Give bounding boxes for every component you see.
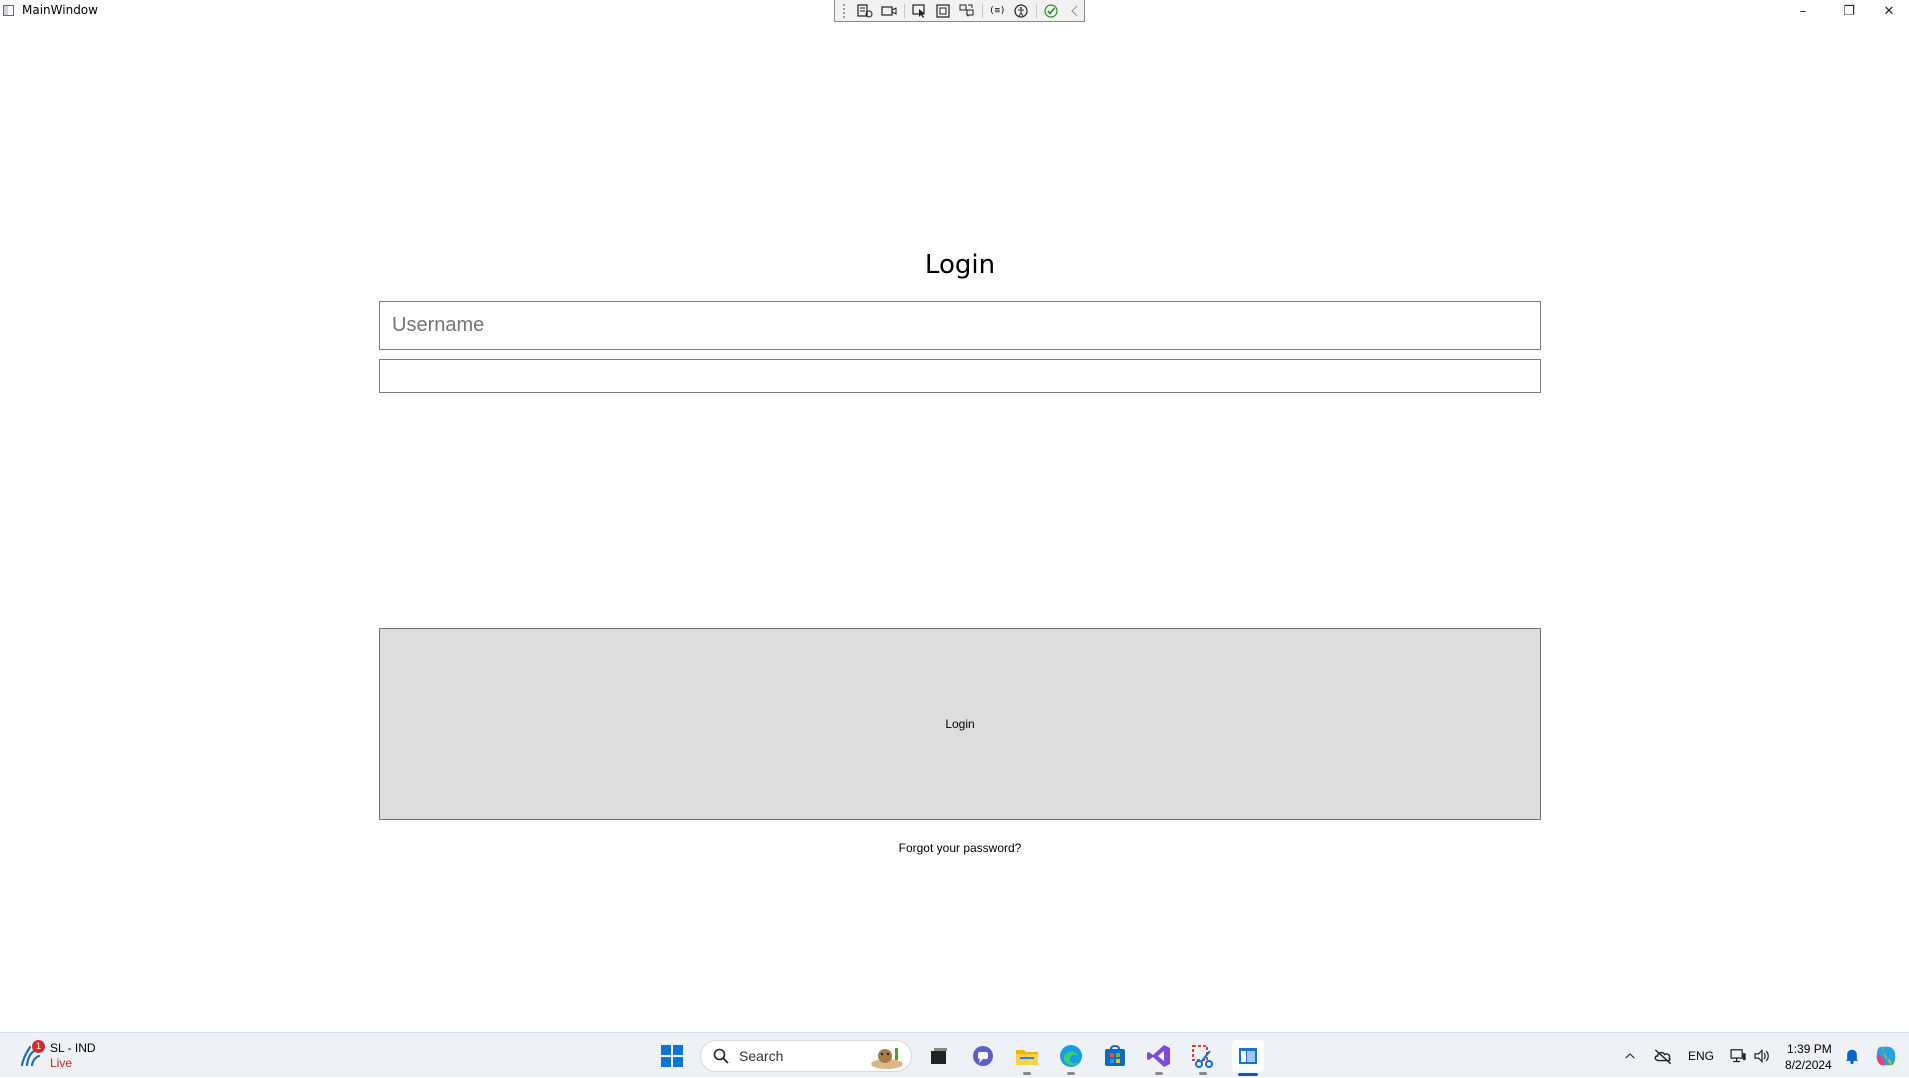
news-widget-icon: 1 [18,1040,45,1069]
search-highlight-icon [871,1048,903,1069]
track-focus-icon[interactable] [958,3,976,19]
username-input[interactable] [379,301,1541,350]
toolbar-grip[interactable] [843,3,849,18]
restore-button[interactable]: ❐ [1826,0,1872,22]
clock-time: 1:39 PM [1787,1042,1832,1056]
taskbar-clock[interactable]: 1:39 PM 8/2/2024 [1785,1041,1832,1073]
search-placeholder: Search [739,1048,784,1064]
title-bar: MainWindow (≡) – ❐ ✕ [0,0,1909,22]
accessibility-icon[interactable] [1012,3,1030,19]
live-visual-tree-icon[interactable] [857,3,875,19]
weather-title: SL - IND [50,1041,96,1055]
taskbar: 1 SL - IND Live Search ENG 1:39 PM 8/2/2… [0,1032,1909,1077]
collapse-chevron-icon[interactable] [1066,3,1084,19]
close-button[interactable]: ✕ [1869,0,1909,22]
taskbar-search-box[interactable]: Search [700,1040,912,1072]
microsoft-store-icon[interactable] [1099,1040,1131,1072]
minimize-button[interactable]: – [1780,0,1826,22]
visual-studio-icon[interactable] [1143,1040,1175,1075]
display-layout-adorners-icon[interactable] [934,3,952,19]
weather-widget[interactable]: 1 SL - IND Live [18,1040,96,1071]
clock-date: 8/2/2024 [1785,1058,1832,1072]
window-title: MainWindow [22,3,98,17]
hot-reload-ok-icon[interactable] [1043,3,1061,19]
windows-start-icon[interactable] [656,1040,688,1072]
volume-icon[interactable] [1748,1040,1776,1072]
app-window-icon [3,5,14,16]
notification-badge: 1 [32,1040,45,1053]
login-button[interactable]: Login [379,628,1541,820]
toolbar-separator [1035,3,1037,18]
xaml-debug-toolbar: (≡) [834,0,1085,22]
show-hidden-icons-chevron-icon[interactable] [1617,1040,1643,1072]
teams-chat-icon[interactable] [967,1040,999,1072]
snipping-tool-icon[interactable] [1187,1040,1219,1075]
copilot-icon[interactable] [1870,1040,1902,1072]
select-element-icon[interactable] [911,3,929,19]
file-explorer-icon[interactable] [1011,1040,1043,1075]
input-language-indicator[interactable]: ENG [1688,1033,1714,1078]
notification-bell-icon[interactable] [1839,1040,1865,1072]
edge-icon[interactable] [1055,1040,1087,1075]
password-input[interactable] [379,359,1541,393]
task-view-icon[interactable] [922,1040,954,1072]
video-icon[interactable] [880,3,898,19]
toolbar-separator [903,3,905,18]
login-title: Login [924,250,996,280]
binding-failures-icon[interactable]: (≡) [988,3,1006,19]
running-app-icon[interactable] [1232,1040,1264,1076]
toolbar-separator [981,3,983,18]
onedrive-offline-icon[interactable] [1648,1040,1678,1072]
weather-status: Live [50,1056,73,1070]
language-label: ENG [1688,1048,1715,1063]
forgot-password-link[interactable]: Forgot your password? [0,841,1909,855]
search-icon [713,1048,729,1064]
